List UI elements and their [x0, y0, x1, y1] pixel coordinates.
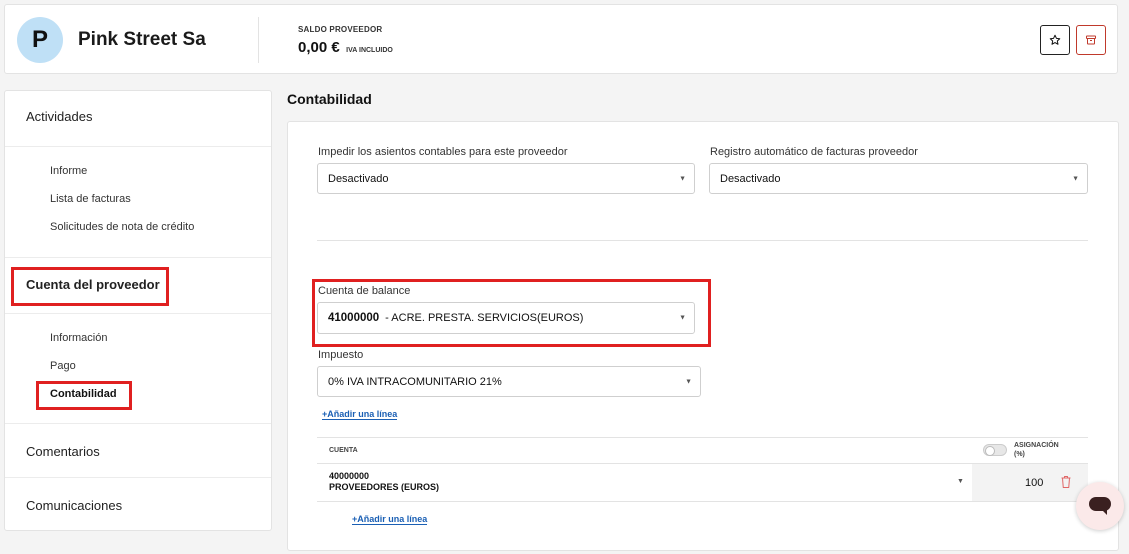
balance-row: 0,00 € IVA INCLUIDO	[298, 39, 393, 57]
chevron-down-icon: ▼	[679, 175, 686, 182]
chevron-down-icon[interactable]: ▼	[957, 478, 964, 485]
header-divider	[258, 17, 259, 63]
divider	[317, 240, 1088, 241]
star-icon	[1049, 34, 1061, 45]
column-header-account: CUENTA	[329, 447, 358, 454]
divider	[5, 313, 271, 314]
sidebar-item-informacion[interactable]: Información	[50, 332, 107, 344]
accounting-panel: Impedir los asientos contables para este…	[287, 121, 1119, 551]
prevent-entries-label: Impedir los asientos contables para este…	[318, 146, 568, 158]
balance-note: IVA INCLUIDO	[346, 47, 393, 54]
sidebar-nav: Actividades Informe Lista de facturas So…	[4, 90, 272, 531]
column-header-allocation: ASIGNACIÓN	[1014, 442, 1059, 449]
divider	[5, 477, 271, 478]
add-line-link-table[interactable]: +Añadir una línea	[352, 514, 428, 525]
sidebar-item-informe[interactable]: Informe	[50, 165, 87, 177]
sidebar-item-lista-de-facturas[interactable]: Lista de facturas	[50, 193, 131, 205]
chat-bubble-icon	[1089, 497, 1111, 515]
vendor-header: P Pink Street Sa SALDO PROVEEDOR 0,00 € …	[4, 4, 1118, 74]
delete-row-button[interactable]	[1060, 475, 1072, 494]
sidebar-section-label: Actividades	[26, 109, 93, 124]
row-account-name: PROVEEDORES (EUROS)	[329, 482, 440, 492]
auto-register-label: Registro automático de facturas proveedo…	[710, 146, 918, 158]
select-value: 0% IVA INTRACOMUNITARIO 21%	[328, 375, 502, 388]
favorite-button[interactable]	[1040, 25, 1070, 55]
table-header: CUENTA ASIGNACIÓN (%)	[317, 437, 1088, 464]
sidebar-section-label: Comunicaciones	[26, 498, 123, 513]
vendor-name: Pink Street Sa	[78, 29, 206, 50]
balance-value: 0,00 €	[298, 39, 340, 56]
prevent-entries-select[interactable]: Desactivado ▼	[317, 163, 695, 194]
allocation-cell: 100	[972, 464, 1088, 501]
balance-label: SALDO PROVEEDOR	[298, 25, 383, 34]
chat-button[interactable]	[1076, 482, 1124, 530]
archive-icon	[1086, 35, 1096, 45]
table-row: 40000000 PROVEEDORES (EUROS) ▼ 100	[317, 464, 1088, 502]
allocation-toggle[interactable]	[983, 444, 1007, 456]
tax-label: Impuesto	[318, 349, 364, 361]
select-value: Desactivado	[328, 172, 389, 185]
chevron-down-icon: ▼	[685, 378, 692, 385]
tax-select[interactable]: 0% IVA INTRACOMUNITARIO 21% ▼	[317, 366, 701, 397]
row-account-code: 40000000	[329, 471, 370, 481]
allocation-input[interactable]: 100	[1025, 477, 1043, 489]
sidebar-item-solicitudes-nota-credito[interactable]: Solicitudes de nota de crédito	[50, 221, 194, 233]
divider	[5, 423, 271, 424]
divider	[5, 146, 271, 147]
highlight-box	[36, 381, 132, 410]
sidebar-item-pago[interactable]: Pago	[50, 360, 76, 372]
sidebar-section-label: Comentarios	[26, 444, 100, 459]
add-line-link[interactable]: +Añadir una línea	[322, 409, 398, 420]
archive-button[interactable]	[1076, 25, 1106, 55]
select-value: Desactivado	[720, 172, 781, 185]
highlight-box	[11, 267, 169, 306]
page-title: Contabilidad	[287, 91, 372, 107]
trash-icon	[1061, 476, 1071, 488]
column-header-allocation-unit: (%)	[1014, 451, 1025, 458]
highlight-box	[312, 279, 711, 347]
chevron-down-icon: ▼	[1072, 175, 1079, 182]
divider	[5, 257, 271, 258]
avatar: P	[17, 17, 63, 63]
auto-register-select[interactable]: Desactivado ▼	[709, 163, 1088, 194]
